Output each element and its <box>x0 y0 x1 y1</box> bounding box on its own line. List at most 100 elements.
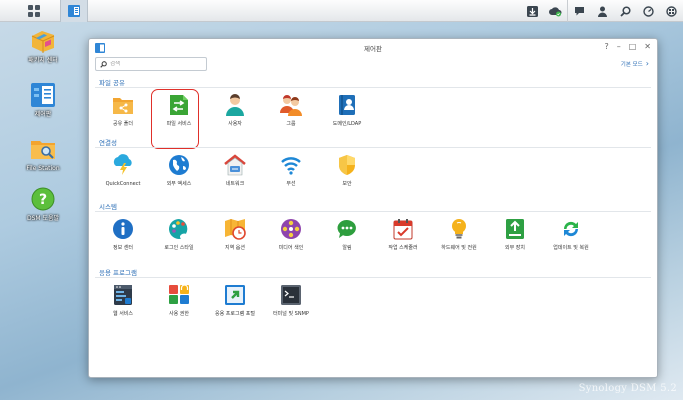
panel-item-privileges[interactable]: 사용 권한 <box>149 284 209 317</box>
search-icon <box>100 60 107 68</box>
search-box <box>95 57 207 71</box>
panel-item-label: 보안 <box>342 181 352 187</box>
close-button[interactable]: ✕ <box>644 42 651 52</box>
panel-item-label: 무선 <box>286 181 296 187</box>
widgets-icon <box>643 5 654 17</box>
panel-item-info-center[interactable]: 정보 센터 <box>93 218 153 251</box>
panel-item-label: 로그인 스타일 <box>164 245 194 251</box>
basic-mode-label: 기본 모드 <box>620 62 643 68</box>
sync-button[interactable] <box>544 0 567 22</box>
panel-item-application-portal[interactable]: 응용 프로그램 포털 <box>205 284 265 317</box>
panel-item-label: 외부 액세스 <box>166 181 192 187</box>
window-title: 제어판 <box>364 45 382 53</box>
desktop-package-center[interactable]: 패키지 센터 <box>13 28 73 65</box>
panel-item-group[interactable]: 그룹 <box>261 94 321 127</box>
panel-item-update-restore[interactable]: 업데이트 및 복원 <box>541 218 601 251</box>
file-services-icon <box>168 94 190 116</box>
panel-item-regional-options[interactable]: 지역 옵션 <box>205 218 265 251</box>
panel-item-wireless[interactable]: 무선 <box>261 154 321 187</box>
search-icon <box>620 5 631 17</box>
application-portal-icon <box>224 284 246 306</box>
quickconnect-icon <box>112 154 134 176</box>
user-icon <box>598 6 607 17</box>
panel-item-terminal-snmp[interactable]: 터미널 및 SNMP <box>261 284 321 317</box>
panel-item-label: QuickConnect <box>105 181 141 187</box>
panel-item-notification[interactable]: 알림 <box>317 218 377 251</box>
panel-item-security[interactable]: 보안 <box>317 154 377 187</box>
panel-item-label: 네트워크 <box>225 181 245 187</box>
taskbar <box>0 0 683 22</box>
help-button[interactable]: ? <box>604 42 608 52</box>
panel-item-domain-ldap[interactable]: 도메인/LDAP <box>317 94 377 127</box>
network-icon <box>224 154 246 176</box>
panel-item-user[interactable]: 사용자 <box>205 94 265 127</box>
panel-item-shared-folder[interactable]: 공유 폴더 <box>93 94 153 127</box>
external-devices-icon <box>504 218 526 240</box>
desktop-label: DSM 도움말 <box>26 215 60 222</box>
desktop-control-panel[interactable]: 제어판 <box>13 82 73 119</box>
search-input[interactable] <box>110 61 200 67</box>
chat-button[interactable] <box>568 0 591 22</box>
panel-item-external-devices[interactable]: 외부 장치 <box>485 218 545 251</box>
basic-mode-link[interactable]: 기본 모드 › <box>620 59 649 69</box>
control-panel-icon <box>30 82 56 108</box>
privileges-icon <box>168 284 190 306</box>
desktop-file-station[interactable]: File Station <box>13 136 73 173</box>
pilot-view-icon <box>666 5 677 17</box>
panel-item-label: 사용자 <box>228 121 242 127</box>
panel-item-task-scheduler[interactable]: 작업 스케줄러 <box>373 218 433 251</box>
taskbar-control-panel-button[interactable] <box>60 0 88 22</box>
search-button[interactable] <box>614 0 637 22</box>
chevron-right-icon: › <box>645 59 649 68</box>
download-button[interactable] <box>521 0 544 22</box>
maximize-button[interactable]: □ <box>629 42 637 52</box>
hardware-power-icon <box>448 218 470 240</box>
desktop-label: File Station <box>26 165 60 172</box>
panel-item-label: 터미널 및 SNMP <box>273 311 309 317</box>
panel-item-label: 하드웨어 및 전원 <box>441 245 477 251</box>
panel-item-label: 미디어 색인 <box>278 245 304 251</box>
panel-item-file-services[interactable]: 파일 서비스 <box>149 94 209 127</box>
main-menu-button[interactable] <box>20 0 48 22</box>
notification-icon <box>336 218 358 240</box>
download-icon <box>527 5 538 17</box>
section-divider <box>95 277 651 278</box>
help-icon: ? <box>30 186 56 212</box>
panel-item-external-access[interactable]: 외부 액세스 <box>149 154 209 187</box>
package-center-icon <box>30 28 56 54</box>
control-panel-window: 제어판 ? – □ ✕ 기본 모드 › 파일 공유공유 폴더 파일 서비스 사용자 그… <box>88 38 658 378</box>
panel-item-label: 공유 폴더 <box>113 121 133 127</box>
group-icon <box>280 94 302 116</box>
panel-item-network[interactable]: 네트워크 <box>205 154 265 187</box>
panel-item-label: 웹 서비스 <box>113 311 133 317</box>
window-titlebar[interactable]: 제어판 ? – □ ✕ <box>89 39 657 57</box>
panel-item-web-services[interactable]: 웹 서비스 <box>93 284 153 317</box>
login-style-icon <box>168 218 190 240</box>
external-access-icon <box>168 154 190 176</box>
desktop-dsm-help[interactable]: ? DSM 도움말 <box>13 186 73 223</box>
main-menu-icon <box>28 5 40 17</box>
panel-item-login-style[interactable]: 로그인 스타일 <box>149 218 209 251</box>
section-divider <box>95 211 651 212</box>
panel-item-hardware-power[interactable]: 하드웨어 및 전원 <box>429 218 489 251</box>
panel-item-label: 업데이트 및 복원 <box>553 245 589 251</box>
sync-icon <box>549 6 562 16</box>
desktop-label: 패키지 센터 <box>28 57 58 64</box>
section-divider <box>95 147 651 148</box>
wireless-icon <box>280 154 302 176</box>
panel-item-media-indexing[interactable]: 미디어 색인 <box>261 218 321 251</box>
section-divider <box>95 87 651 88</box>
panel-item-quickconnect[interactable]: QuickConnect <box>93 154 153 187</box>
security-icon <box>336 154 358 176</box>
user-button[interactable] <box>591 0 614 22</box>
widgets-button[interactable] <box>637 0 660 22</box>
file-station-icon <box>30 136 56 162</box>
minimize-button[interactable]: – <box>617 42 621 52</box>
svg-text:?: ? <box>39 192 47 208</box>
control-panel-icon <box>68 5 80 17</box>
pilot-view-button[interactable] <box>660 0 683 22</box>
regional-options-icon <box>224 218 246 240</box>
panel-item-label: 알림 <box>342 245 352 251</box>
panel-item-label: 정보 센터 <box>113 245 133 251</box>
update-restore-icon <box>560 218 582 240</box>
